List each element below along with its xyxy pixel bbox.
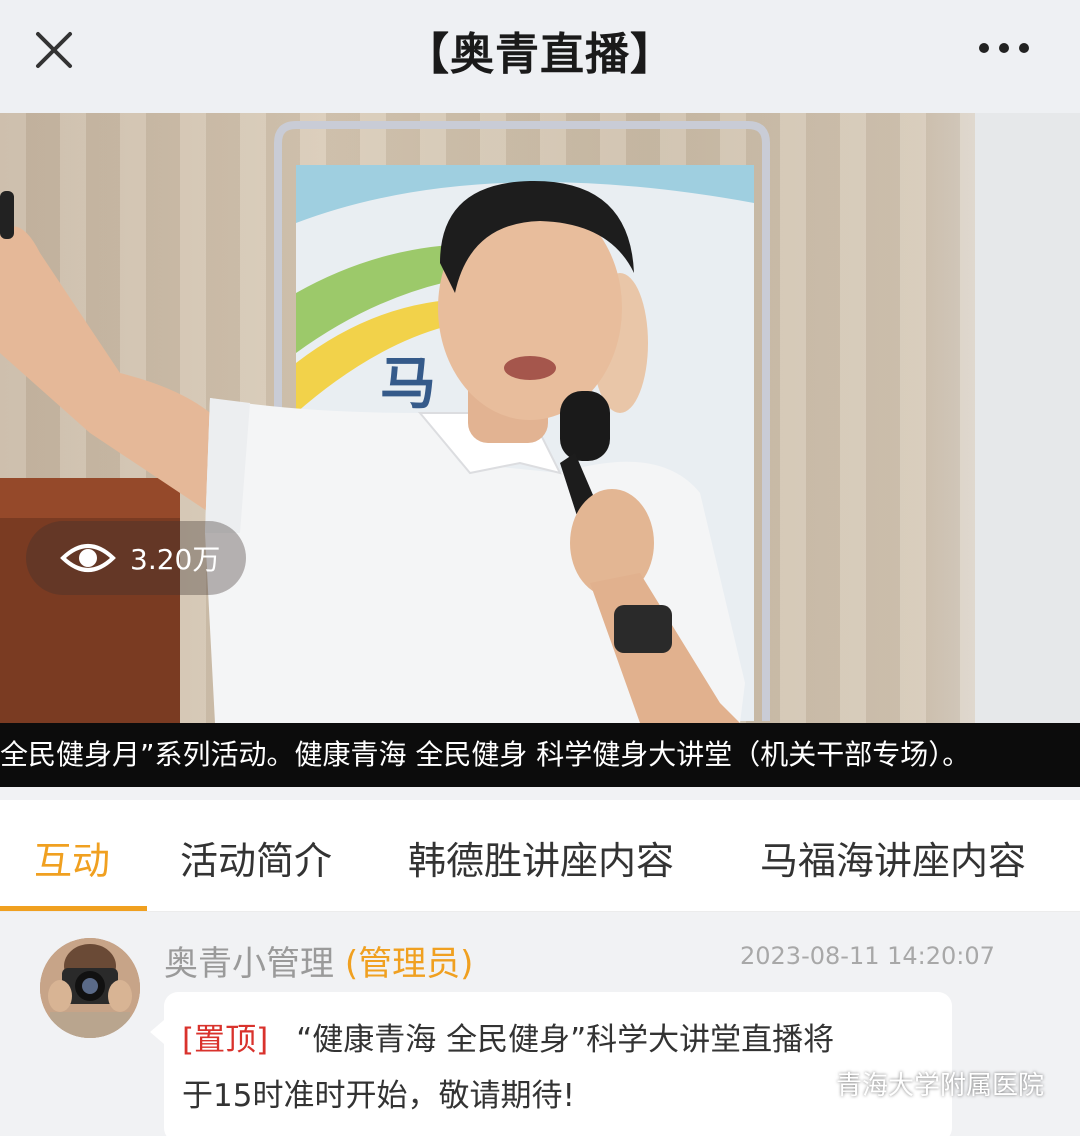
page-title: 【奥青直播】 [405, 28, 675, 80]
comment-bubble: [置顶] “健康青海 全民健身”科学大讲堂直播将 于15时准时开始，敬请期待! [150, 992, 952, 1136]
banner-character: 马 [380, 352, 436, 417]
author-name: 奥青小管理 [164, 944, 334, 984]
more-icon[interactable] [976, 38, 1032, 58]
close-icon[interactable] [30, 26, 78, 74]
watermark: 青海大学附属医院 [790, 1065, 1044, 1102]
comment-list: 奥青小管理 (管理员) 2023-08-11 14:20:07 [置顶] “健康青… [0, 912, 1080, 1136]
pinned-label: [置顶] [182, 1022, 269, 1058]
comment-message-1: “健康青海 全民健身”科学大讲堂直播将 [296, 1022, 835, 1058]
author-role-badge: (管理员) [344, 944, 474, 984]
caption-text: 全民健身月”系列活动。健康青海 全民健身 科学健身大讲堂（机关干部专场）。 [0, 738, 971, 771]
live-video-player[interactable]: 马 3.20万 [0, 113, 1080, 723]
speaker-scene: 马 [0, 113, 1080, 723]
camera-avatar-image [40, 938, 140, 1038]
wechat-icon [790, 1068, 829, 1097]
active-tab-indicator [0, 906, 147, 911]
comment-line-1: [置顶] “健康青海 全民健身”科学大讲堂直播将 [182, 1012, 934, 1068]
eye-icon [60, 544, 116, 572]
comment-author: 奥青小管理 (管理员) [164, 936, 473, 985]
top-nav-bar: 【奥青直播】 [0, 0, 1080, 113]
tab-han-desheng-lecture[interactable]: 韩德胜讲座内容 [408, 830, 674, 885]
view-count-badge: 3.20万 [26, 521, 246, 595]
view-count-value: 3.20万 [130, 543, 221, 576]
tab-interaction[interactable]: 互动 [34, 830, 110, 885]
comment-timestamp: 2023-08-11 14:20:07 [740, 942, 995, 970]
watermark-text: 青海大学附属医院 [835, 1071, 1044, 1101]
tab-bar: 互动 活动简介 韩德胜讲座内容 马福海讲座内容 [0, 800, 1080, 912]
tab-activity-intro[interactable]: 活动简介 [180, 830, 332, 885]
tab-ma-fuhai-lecture[interactable]: 马福海讲座内容 [760, 830, 1026, 885]
scrolling-caption: 全民健身月”系列活动。健康青海 全民健身 科学健身大讲堂（机关干部专场）。 [0, 723, 1080, 787]
avatar[interactable] [40, 938, 140, 1038]
